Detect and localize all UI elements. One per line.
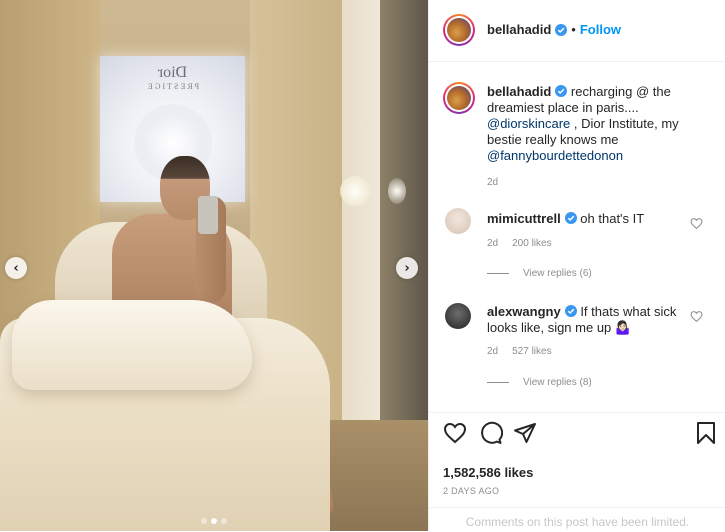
post-photo: Dior PRESTIGE ‹ ›: [0, 0, 428, 531]
view-replies-button[interactable]: View replies (8): [487, 377, 592, 388]
comment-meta: 2d 200 likes: [487, 238, 552, 249]
comment-icon[interactable]: [479, 421, 503, 445]
replies-line: [487, 382, 509, 383]
likes-count[interactable]: 1,582,586 likes: [443, 465, 533, 480]
view-replies-button[interactable]: View replies (6): [487, 268, 592, 279]
header-username[interactable]: bellahadid: [487, 22, 551, 37]
chevron-right-icon: ›: [404, 260, 410, 276]
carousel-indicator: [0, 518, 428, 524]
heart-icon[interactable]: [443, 421, 467, 445]
header-user-row: bellahadid • Follow: [487, 22, 621, 37]
comments-limited-notice: Comments on this post have been limited.: [429, 507, 725, 532]
heart-icon[interactable]: [690, 310, 703, 323]
post-side-panel: bellahadid • Follow bellahadid rechargin…: [428, 0, 725, 531]
blanket: [12, 300, 252, 390]
verified-icon: [555, 23, 568, 36]
heart-icon[interactable]: [690, 217, 703, 230]
poster-brand-text: Dior: [157, 64, 188, 81]
caption-username[interactable]: bellahadid: [487, 84, 551, 99]
wall-lamp-reflection: [388, 178, 406, 204]
post-date[interactable]: 2 DAYS AGO: [443, 486, 499, 496]
verified-icon: [564, 212, 577, 224]
carousel-dot: [211, 518, 217, 524]
replies-line: [487, 273, 509, 274]
instagram-post: Dior PRESTIGE ‹ › bellahadid • Follow be…: [0, 0, 725, 531]
comment-username[interactable]: alexwangny: [487, 304, 561, 319]
comment-avatar[interactable]: [445, 303, 471, 329]
verified-icon: [564, 305, 577, 317]
wall-lamp: [340, 176, 370, 206]
share-icon[interactable]: [513, 421, 537, 445]
view-replies-label: View replies (8): [523, 377, 592, 388]
poster-sub-text: PRESTIGE: [145, 82, 200, 91]
comment-time[interactable]: 2d: [487, 238, 498, 249]
caption-time[interactable]: 2d: [487, 177, 498, 188]
comment-username[interactable]: mimicuttrell: [487, 211, 561, 226]
follow-button[interactable]: Follow: [580, 22, 621, 37]
save-icon[interactable]: [694, 421, 718, 445]
post-actions: 1,582,586 likes 2 DAYS AGO Comments on t…: [429, 412, 725, 531]
phone: [198, 196, 218, 234]
comment-likes[interactable]: 200 likes: [512, 238, 551, 249]
verified-icon: [555, 85, 568, 97]
comment-text: oh that's IT: [576, 211, 645, 226]
mention-link[interactable]: @diorskincare: [487, 116, 570, 131]
carousel-dot: [221, 518, 227, 524]
chevron-left-icon: ‹: [13, 260, 19, 276]
comment-meta: 2d 527 likes: [487, 346, 552, 357]
comment-time[interactable]: 2d: [487, 346, 498, 357]
comment: alexwangny If thats what sick looks like…: [487, 304, 687, 336]
next-photo-button[interactable]: ›: [396, 257, 418, 279]
carousel-dot: [201, 518, 207, 524]
mention-link[interactable]: @fannybourdettedonon: [487, 148, 623, 163]
comment-avatar[interactable]: [445, 208, 471, 234]
view-replies-label: View replies (6): [523, 268, 592, 279]
caption-avatar[interactable]: [443, 82, 475, 114]
post-header: bellahadid • Follow: [429, 0, 725, 62]
avatar[interactable]: [443, 14, 475, 46]
comment-likes[interactable]: 527 likes: [512, 346, 551, 357]
caption: bellahadid recharging @ the dreamiest pl…: [487, 84, 712, 164]
comment: mimicuttrell oh that's IT: [487, 211, 687, 227]
separator-dot: •: [571, 22, 576, 37]
previous-photo-button[interactable]: ‹: [5, 257, 27, 279]
